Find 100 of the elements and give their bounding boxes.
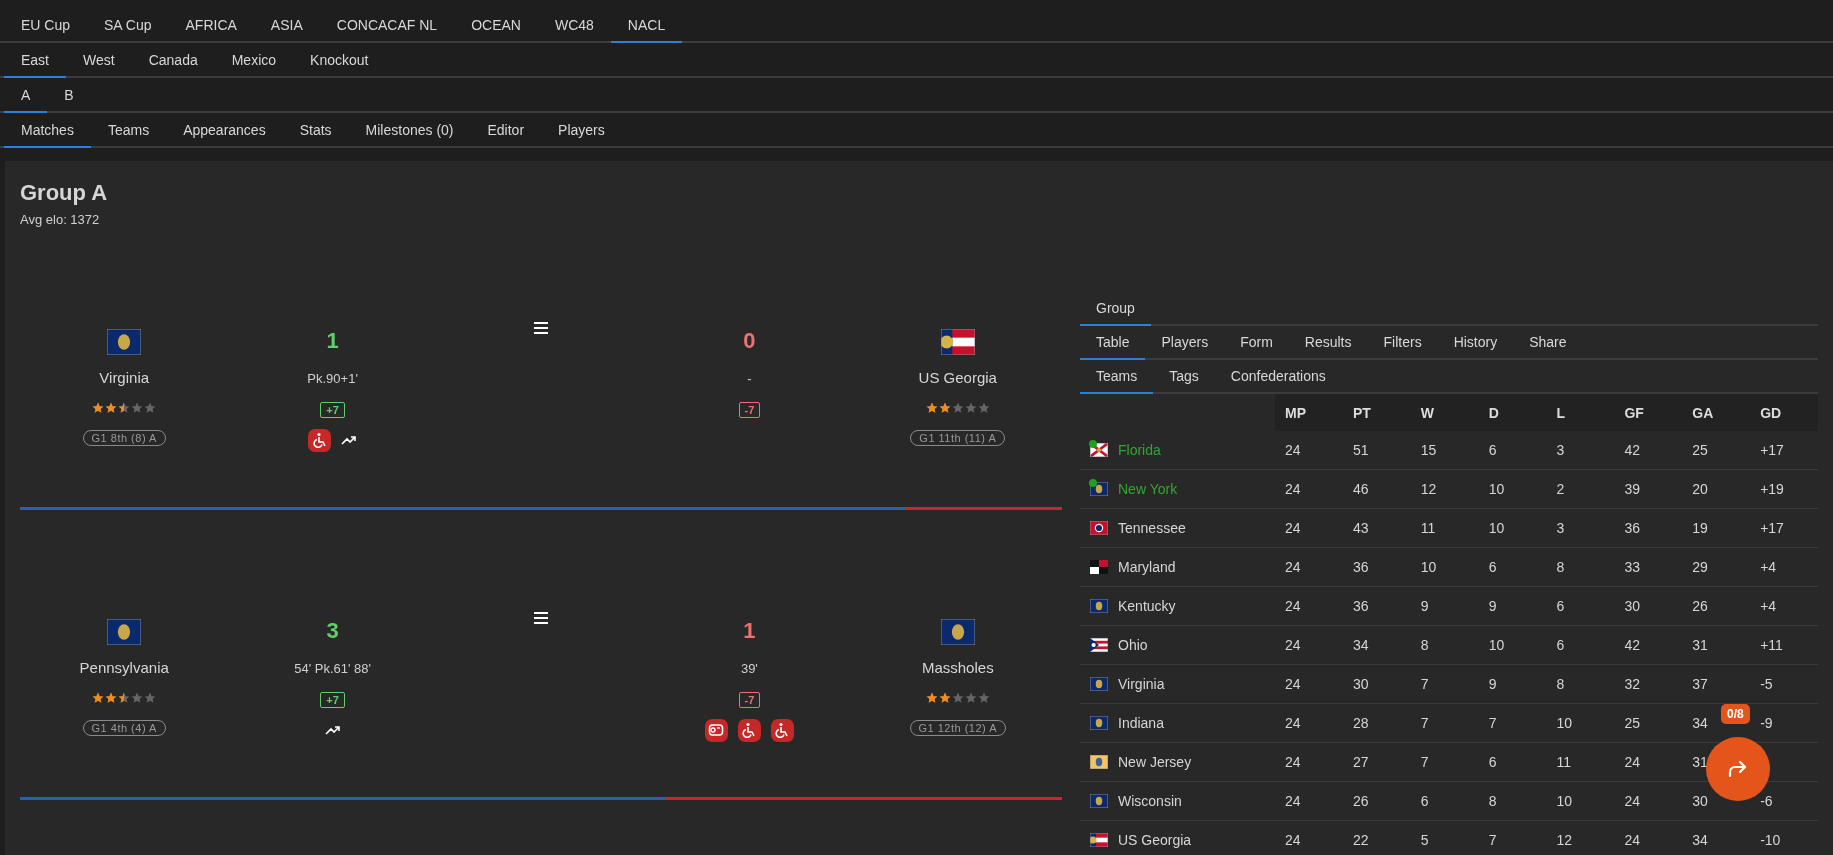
table-cell: 9 bbox=[1488, 676, 1497, 692]
table-cell: +11 bbox=[1760, 637, 1783, 653]
table-cell: 24 bbox=[1624, 832, 1640, 848]
menu-icon[interactable] bbox=[533, 611, 549, 625]
tab[interactable]: Matches bbox=[4, 113, 91, 148]
column-header: GD bbox=[1750, 394, 1818, 431]
tab[interactable]: Tags bbox=[1153, 360, 1215, 394]
tab[interactable]: CONCACAF NL bbox=[319, 8, 455, 43]
table-cell: 24 bbox=[1285, 481, 1301, 497]
table-cell: 31 bbox=[1692, 637, 1708, 653]
table-cell: 10 bbox=[1488, 520, 1505, 536]
table-cell: 27 bbox=[1352, 754, 1369, 770]
group-title: Group A bbox=[20, 180, 109, 206]
table-cell: 46 bbox=[1352, 481, 1369, 497]
tab[interactable]: Milestones (0) bbox=[348, 113, 471, 148]
table-cell: 29 bbox=[1692, 559, 1708, 575]
column-header: L bbox=[1546, 394, 1615, 431]
goal-times: - bbox=[747, 371, 752, 386]
table-cell: 24 bbox=[1285, 559, 1301, 575]
tab[interactable]: Knockout bbox=[293, 43, 386, 78]
table-cell: 7 bbox=[1488, 832, 1497, 848]
team-name: Virginia bbox=[99, 369, 150, 386]
table-cell: 26 bbox=[1352, 793, 1369, 809]
table-cell: 26 bbox=[1692, 598, 1708, 614]
tab[interactable]: Group bbox=[1080, 292, 1151, 326]
tab[interactable]: Form bbox=[1224, 326, 1289, 360]
table-cell: 24 bbox=[1624, 754, 1640, 770]
tab[interactable]: AFRICA bbox=[168, 8, 254, 43]
tab[interactable]: Stats bbox=[282, 113, 349, 148]
curved-arrow-icon bbox=[1727, 760, 1749, 778]
table-cell: +17 bbox=[1760, 520, 1784, 536]
tab[interactable]: Players bbox=[1145, 326, 1225, 360]
team-name: Ohio bbox=[1118, 637, 1148, 653]
table-cell: 6 bbox=[1556, 637, 1565, 653]
table-cell: 6 bbox=[1488, 754, 1497, 770]
table-cell: 10 bbox=[1556, 715, 1573, 731]
table-cell: 3 bbox=[1556, 520, 1565, 536]
tab[interactable]: History bbox=[1437, 326, 1514, 360]
table-cell: 10 bbox=[1488, 637, 1505, 653]
tab[interactable]: Canada bbox=[131, 43, 215, 78]
column-header: MP bbox=[1275, 394, 1343, 431]
column-header: D bbox=[1478, 394, 1547, 431]
team-name: Wisconsin bbox=[1118, 793, 1182, 809]
table-cell: +17 bbox=[1760, 442, 1784, 458]
tab[interactable]: Filters bbox=[1367, 326, 1438, 360]
tab[interactable]: NACL bbox=[610, 8, 683, 43]
table-cell: -9 bbox=[1760, 715, 1773, 731]
tab[interactable]: Mexico bbox=[214, 43, 294, 78]
table-cell: 37 bbox=[1692, 676, 1708, 692]
team-name: Indiana bbox=[1118, 715, 1164, 731]
tab[interactable]: Table bbox=[1080, 326, 1146, 360]
table-cell: 7 bbox=[1420, 715, 1429, 731]
table-cell: 24 bbox=[1285, 754, 1301, 770]
tab[interactable]: Teams bbox=[1080, 360, 1154, 394]
tab[interactable]: Teams bbox=[90, 113, 167, 148]
table-cell: 34 bbox=[1692, 832, 1708, 848]
table-cell: 24 bbox=[1285, 598, 1301, 614]
tab[interactable]: Confederations bbox=[1214, 360, 1342, 394]
tab[interactable]: ASIA bbox=[253, 8, 320, 43]
tab[interactable]: Share bbox=[1513, 326, 1583, 360]
goal-times: 54' Pk.61' 88' bbox=[294, 661, 371, 676]
tab[interactable]: B bbox=[47, 78, 91, 113]
table-cell: 30 bbox=[1692, 793, 1708, 809]
table-cell: 10 bbox=[1556, 793, 1573, 809]
tab[interactable]: EU Cup bbox=[4, 8, 88, 43]
table-cell: 6 bbox=[1420, 793, 1429, 809]
team-name: New York bbox=[1118, 481, 1178, 497]
tab[interactable]: Players bbox=[541, 113, 622, 148]
table-cell: 34 bbox=[1692, 715, 1708, 731]
tab[interactable]: OCEAN bbox=[454, 8, 538, 43]
table-cell: 3 bbox=[1556, 442, 1565, 458]
tab[interactable]: WC48 bbox=[537, 8, 611, 43]
score: 3 bbox=[326, 617, 339, 645]
table-cell: 6 bbox=[1556, 598, 1565, 614]
table-cell: 2 bbox=[1556, 481, 1565, 497]
tab[interactable]: Appearances bbox=[166, 113, 283, 148]
table-cell: +19 bbox=[1760, 481, 1784, 497]
team-name: Kentucky bbox=[1118, 598, 1176, 614]
tab[interactable]: A bbox=[4, 78, 48, 113]
tab[interactable]: Editor bbox=[470, 113, 542, 148]
tab[interactable]: Results bbox=[1288, 326, 1368, 360]
elo-change: -7 bbox=[738, 692, 761, 708]
elo-change: -7 bbox=[738, 402, 761, 418]
team-name: Florida bbox=[1118, 442, 1161, 458]
menu-icon[interactable] bbox=[533, 321, 549, 335]
table-cell: -6 bbox=[1760, 793, 1773, 809]
score: 1 bbox=[326, 327, 339, 355]
tab[interactable]: West bbox=[66, 43, 132, 78]
table-cell: 6 bbox=[1488, 559, 1497, 575]
tab[interactable]: SA Cup bbox=[87, 8, 169, 43]
table-cell: 30 bbox=[1624, 598, 1640, 614]
table-cell: 36 bbox=[1624, 520, 1640, 536]
table-cell: +4 bbox=[1760, 559, 1777, 575]
table-cell: 24 bbox=[1285, 793, 1301, 809]
team-name: Virginia bbox=[1118, 676, 1165, 692]
table-cell: 32 bbox=[1624, 676, 1640, 692]
table-cell: 15 bbox=[1420, 442, 1437, 458]
score: 1 bbox=[743, 617, 756, 645]
table-cell: 33 bbox=[1624, 559, 1640, 575]
tab[interactable]: East bbox=[4, 43, 66, 78]
